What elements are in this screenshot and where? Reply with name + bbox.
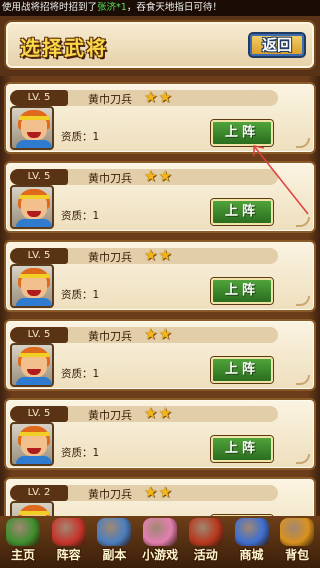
nav-item[interactable]: 副本 xyxy=(91,516,137,568)
quality-value: 1 xyxy=(92,289,100,301)
treasure-chest-icon xyxy=(280,518,315,546)
hero-card[interactable]: LV. 2 黄巾刀兵 ★★ 资质：1 上阵 xyxy=(4,477,316,516)
level-badge: LV. 5 xyxy=(10,327,68,343)
quality-value: 1 xyxy=(92,447,100,459)
hero-portrait[interactable] xyxy=(10,343,54,387)
quality-value: 1 xyxy=(92,131,100,143)
hero-name: 黄巾刀兵 xyxy=(88,330,132,343)
portrait-headband xyxy=(19,195,49,199)
portrait-armor xyxy=(16,219,52,227)
card-corner-ornament xyxy=(296,217,310,227)
quality-label: 资质： xyxy=(61,131,93,143)
quality-value: 1 xyxy=(92,210,100,222)
hero-quality: 资质：1 xyxy=(61,287,99,302)
portrait-armor xyxy=(16,377,52,385)
back-button[interactable]: 返回 xyxy=(248,32,306,58)
hero-quality: 资质：1 xyxy=(61,208,99,223)
nav-label: 商城 xyxy=(239,548,264,562)
nav-label: 主页 xyxy=(10,548,35,562)
drum-icon xyxy=(188,518,223,546)
quality-label: 资质： xyxy=(61,210,93,222)
nav-item[interactable]: 商城 xyxy=(229,516,275,568)
hero-name: 黄巾刀兵 xyxy=(88,488,132,501)
star-rating-icon: ★★ xyxy=(144,88,173,106)
minigame-icon xyxy=(143,518,178,546)
hero-portrait[interactable] xyxy=(10,422,54,466)
quality-label: 资质： xyxy=(61,447,93,459)
deploy-button[interactable]: 上阵 xyxy=(211,278,273,304)
card-corner-ornament xyxy=(296,296,310,306)
deploy-button[interactable]: 上阵 xyxy=(211,436,273,462)
annotation-arrow xyxy=(253,145,309,215)
nav-label: 小游戏 xyxy=(142,548,179,562)
portrait-headband xyxy=(19,353,49,357)
star-rating-icon: ★★ xyxy=(144,325,173,343)
nav-label: 副本 xyxy=(102,548,127,562)
ticker-suffix: ，吞食天地指日可待！ xyxy=(126,2,222,13)
portrait-headband xyxy=(19,274,49,278)
ticker-prefix: 使用战将招将时招到了 xyxy=(2,2,98,13)
gem-shop-icon xyxy=(234,518,269,546)
portrait-armor xyxy=(16,298,52,306)
hero-portrait[interactable] xyxy=(10,501,54,516)
crossed-swords-icon xyxy=(97,518,132,546)
level-badge: LV. 2 xyxy=(10,485,68,501)
level-badge: LV. 5 xyxy=(10,248,68,264)
quality-label: 资质： xyxy=(61,289,93,301)
portrait-armor xyxy=(16,140,52,148)
hero-card[interactable]: LV. 5 黄巾刀兵 ★★ 资质：1 上阵 xyxy=(4,398,316,470)
quality-value: 1 xyxy=(92,368,100,380)
home-icon xyxy=(6,518,40,546)
nav-item[interactable]: 活动 xyxy=(183,516,229,568)
star-rating-icon: ★★ xyxy=(144,483,173,501)
hero-name: 黄巾刀兵 xyxy=(88,172,132,185)
hero-card[interactable]: LV. 5 黄巾刀兵 ★★ 资质：1 上阵 xyxy=(4,240,316,312)
deploy-button[interactable]: 上阵 xyxy=(211,357,273,383)
page-title: 选择武将 xyxy=(20,36,108,60)
nav-label: 背包 xyxy=(285,548,310,562)
hero-name: 黄巾刀兵 xyxy=(88,409,132,422)
level-badge: LV. 5 xyxy=(10,169,68,185)
hero-card[interactable]: LV. 5 黄巾刀兵 ★★ 资质：1 上阵 xyxy=(4,319,316,391)
portrait-armor xyxy=(16,456,52,464)
star-rating-icon: ★★ xyxy=(144,167,173,185)
nav-label: 阵容 xyxy=(56,548,81,562)
star-rating-icon: ★★ xyxy=(144,404,173,422)
hero-quality: 资质：1 xyxy=(61,129,99,144)
portrait-headband xyxy=(19,432,49,436)
ticker-highlight: 张济*1 xyxy=(97,2,127,13)
hero-portrait[interactable] xyxy=(10,106,54,150)
nav-item[interactable]: 主页 xyxy=(0,516,46,568)
nav-item[interactable]: 背包 xyxy=(274,516,320,568)
formation-icon xyxy=(51,518,86,546)
nav-item[interactable]: 阵容 xyxy=(46,516,92,568)
card-corner-ornament xyxy=(296,375,310,385)
broadcast-ticker: 使用战将招将时招到了张济*1，吞食天地指日可待！ xyxy=(0,0,320,16)
portrait-headband xyxy=(19,511,49,515)
hero-quality: 资质：1 xyxy=(61,445,99,460)
star-rating-icon: ★★ xyxy=(144,246,173,264)
hero-portrait[interactable] xyxy=(10,264,54,308)
hero-portrait[interactable] xyxy=(10,185,54,229)
card-corner-ornament xyxy=(296,454,310,464)
level-badge: LV. 5 xyxy=(10,406,68,422)
level-badge: LV. 5 xyxy=(10,90,68,106)
hero-name: 黄巾刀兵 xyxy=(88,251,132,264)
bottom-nav: 主页 阵容 副本 小游戏 活动 商城 背包 xyxy=(0,516,320,568)
nav-label: 活动 xyxy=(193,548,218,562)
page-header: 选择武将 返回 xyxy=(4,20,316,70)
nav-item[interactable]: 小游戏 xyxy=(137,516,183,568)
quality-label: 资质： xyxy=(61,368,93,380)
portrait-headband xyxy=(19,116,49,120)
hero-name: 黄巾刀兵 xyxy=(88,93,132,106)
hero-quality: 资质：1 xyxy=(61,366,99,381)
